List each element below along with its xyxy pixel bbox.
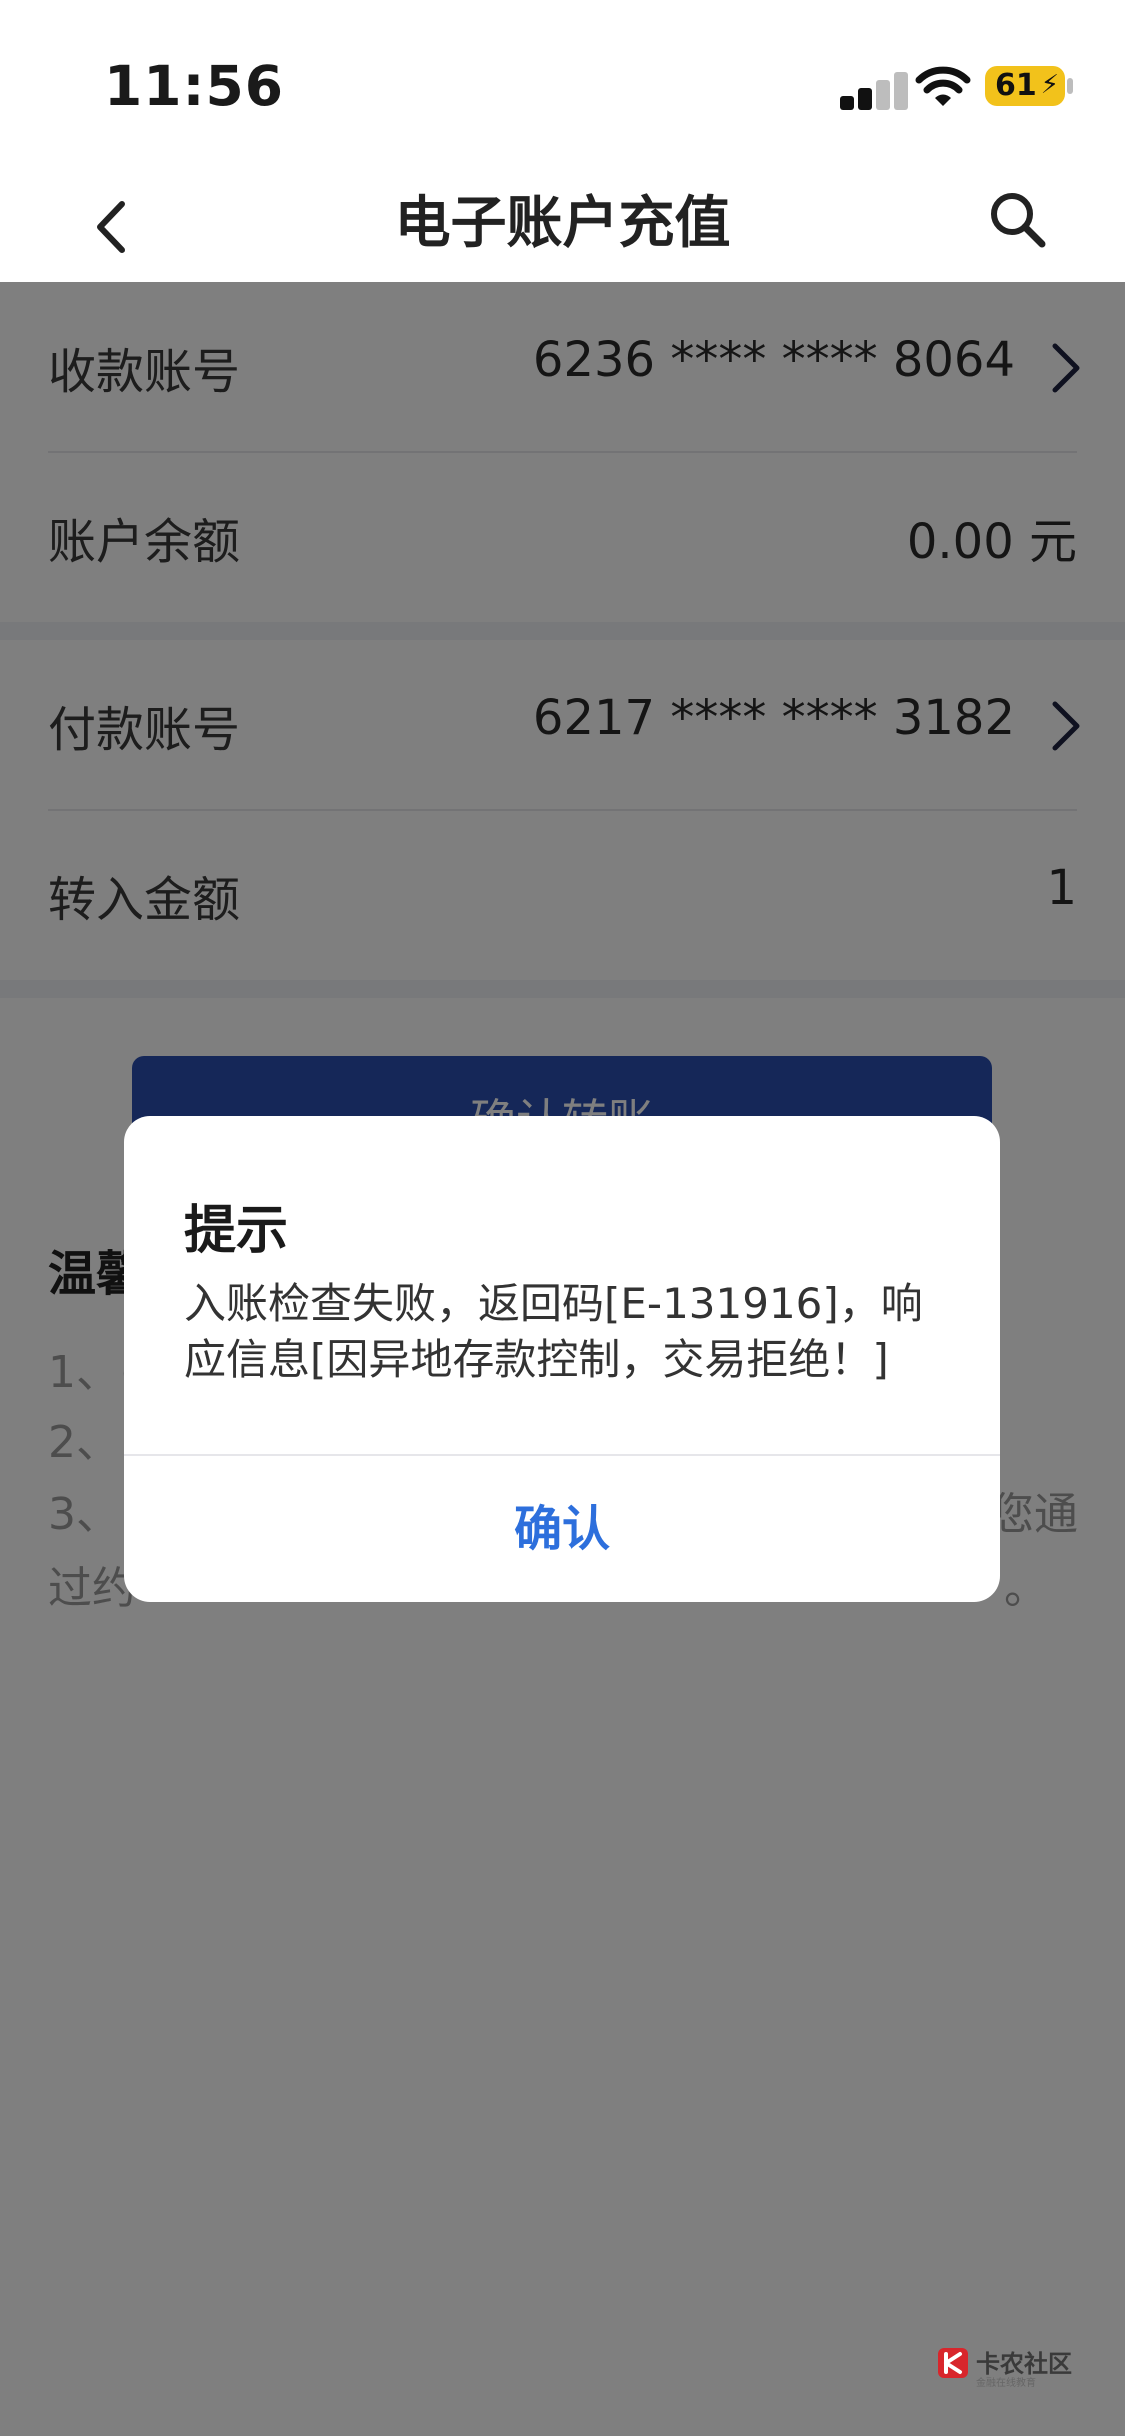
cellular-signal-icon (840, 70, 910, 110)
dialog-message: 入账检查失败，返回码[E-131916]，响应信息[因异地存款控制，交易拒绝！] (184, 1279, 923, 1384)
kanong-logo-icon (938, 2348, 968, 2378)
dialog-title: 提示 (184, 1201, 289, 1261)
page-title: 电子账户充值 (394, 191, 731, 256)
charging-bolt-icon: ⚡ (1040, 70, 1059, 100)
dialog-confirm-button[interactable]: 确认 (124, 1456, 1000, 1602)
watermark-sub: 金融在线教育 (976, 2378, 1036, 2389)
alert-dialog: 提示 入账检查失败，返回码[E-131916]，响应信息[因异地存款控制，交易拒… (124, 1116, 1000, 1602)
watermark: 卡农社区 金融在线教育 (936, 2344, 1096, 2404)
nav-bar: 电子账户充值 (0, 170, 1125, 282)
search-icon[interactable] (982, 184, 1052, 254)
battery-level: 61 (995, 68, 1037, 103)
status-time: 11:56 (104, 54, 285, 118)
battery-icon: 61 ⚡ (985, 66, 1073, 106)
wifi-icon (915, 66, 971, 106)
status-bar: 11:56 61 ⚡ (0, 0, 1125, 170)
